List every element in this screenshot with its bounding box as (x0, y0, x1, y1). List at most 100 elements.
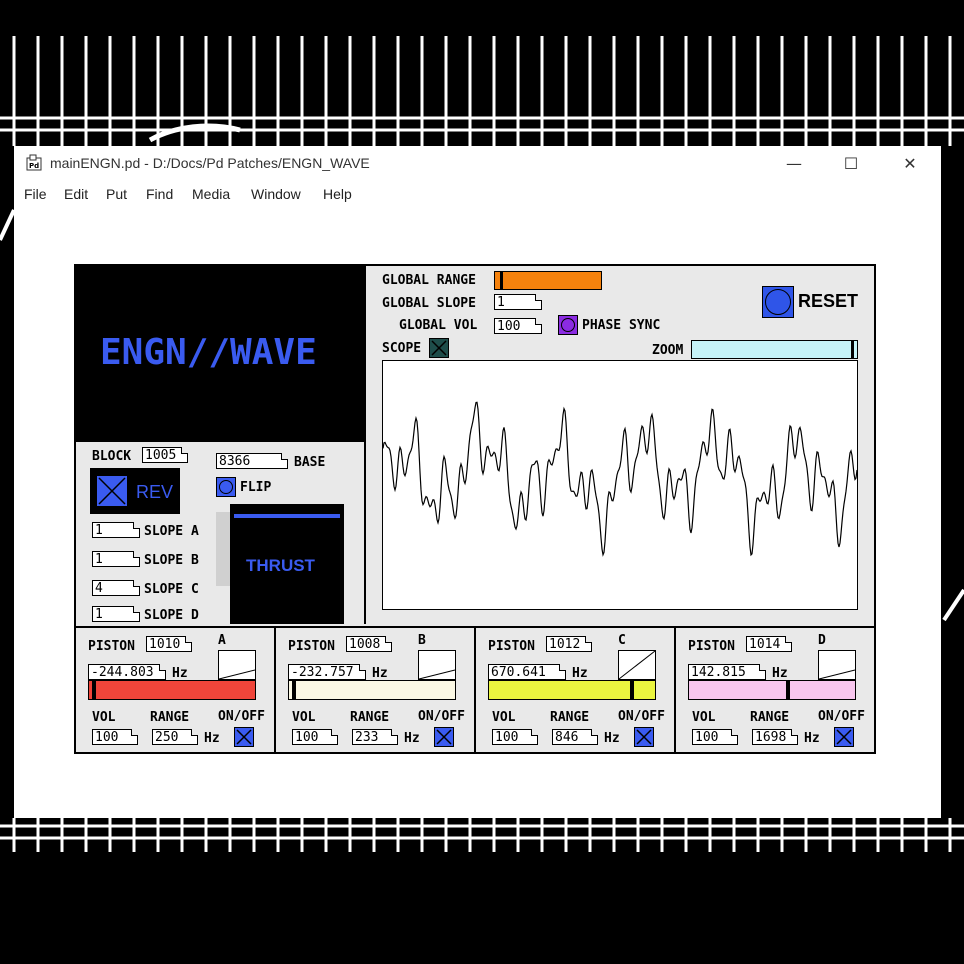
thrust-panel[interactable]: THRUST (230, 504, 344, 624)
piston-frequency-slider[interactable] (288, 680, 456, 700)
piston-range-field[interactable]: 250 (152, 729, 198, 745)
flip-toggle[interactable] (216, 477, 236, 497)
piston-range-unit: Hz (604, 731, 620, 746)
piston-onoff-toggle-icon[interactable] (234, 727, 254, 747)
piston-slope-graph-icon (218, 650, 256, 680)
scope-toggle-icon[interactable] (429, 338, 449, 358)
piston-onoff-label: ON/OFF (818, 709, 865, 724)
minimize-button[interactable]: — (774, 152, 814, 176)
menu-put[interactable]: Put (106, 186, 127, 202)
flip-label: FLIP (240, 480, 272, 495)
base-field[interactable]: 8366 (216, 453, 288, 469)
piston-onoff-label: ON/OFF (418, 709, 465, 724)
phase-sync-toggle[interactable] (558, 315, 578, 335)
piston-onoff-toggle-icon[interactable] (434, 727, 454, 747)
rev-label: REV (136, 482, 174, 502)
piston-onoff-toggle-icon[interactable] (634, 727, 654, 747)
piston-frequency-slider[interactable] (488, 680, 656, 700)
global-range-slider[interactable] (494, 271, 602, 290)
piston-hz-field[interactable]: -244.803 (88, 664, 166, 680)
global-slope-field[interactable]: 1 (494, 294, 542, 310)
slope-b-field[interactable]: 1 (92, 551, 140, 567)
phase-sync-indicator (561, 318, 575, 332)
piston-range-field[interactable]: 846 (552, 729, 598, 745)
piston-vol-field[interactable]: 100 (492, 729, 538, 745)
piston-slope-graph-icon (818, 650, 856, 680)
menu-window[interactable]: Window (251, 186, 301, 202)
piston-id-label: A (218, 633, 226, 648)
piston-vol-label: VOL (92, 710, 116, 725)
zoom-label: ZOOM (652, 343, 684, 358)
piston-range-field[interactable]: 233 (352, 729, 398, 745)
piston-hz-field[interactable]: 142.815 (688, 664, 766, 680)
slope-d-field[interactable]: 1 (92, 606, 140, 622)
menu-edit[interactable]: Edit (64, 186, 88, 202)
piston-frequency-slider[interactable] (688, 680, 856, 700)
piston-range-unit: Hz (204, 731, 220, 746)
piston-slider-knob (92, 681, 96, 699)
divider (364, 266, 366, 624)
reset-circle-icon (765, 289, 791, 315)
rev-toggle-icon[interactable] (96, 475, 128, 507)
piston-vol-field[interactable]: 100 (292, 729, 338, 745)
piston-slider-knob (786, 681, 790, 699)
piston-range-label: RANGE (750, 710, 790, 725)
piston-label: PISTON (688, 639, 735, 654)
menu-media[interactable]: Media (192, 186, 230, 202)
piston-hz-unit: Hz (572, 666, 588, 681)
piston-id-label: B (418, 633, 426, 648)
block-field[interactable]: 1005 (142, 447, 188, 463)
piston-hz-unit: Hz (372, 666, 388, 681)
window-title: mainENGN.pd - D:/Docs/Pd Patches/ENGN_WA… (50, 155, 370, 171)
slope-c-label: SLOPE C (144, 582, 199, 597)
piston-onoff-label: ON/OFF (618, 709, 665, 724)
phase-sync-label: PHASE SYNC (582, 318, 661, 333)
piston-onoff-toggle-icon[interactable] (834, 727, 854, 747)
piston-range-label: RANGE (350, 710, 390, 725)
piston-range-field[interactable]: 1698 (752, 729, 798, 745)
piston-number-field[interactable]: 1014 (746, 636, 792, 652)
menu-find[interactable]: Find (146, 186, 173, 202)
slope-a-field[interactable]: 1 (92, 522, 140, 538)
global-vol-field[interactable]: 100 (494, 318, 542, 334)
piston-frequency-slider[interactable] (88, 680, 256, 700)
piston-vol-field[interactable]: 100 (92, 729, 138, 745)
svg-text:Pd: Pd (29, 162, 39, 170)
piston-range-unit: Hz (804, 731, 820, 746)
piston-vol-label: VOL (492, 710, 516, 725)
zoom-fill (692, 341, 857, 358)
global-vol-label: GLOBAL VOL (399, 318, 478, 333)
thrust-label: THRUST (246, 556, 315, 575)
thrust-shadow (216, 512, 230, 586)
piston-hz-field[interactable]: -232.757 (288, 664, 366, 680)
slope-c-field[interactable]: 4 (92, 580, 140, 596)
global-slope-label: GLOBAL SLOPE (382, 296, 476, 311)
piston-range-unit: Hz (404, 731, 420, 746)
piston-onoff-label: ON/OFF (218, 709, 265, 724)
piston-number-field[interactable]: 1010 (146, 636, 192, 652)
piston-slider-fill (689, 681, 855, 699)
global-range-fill (495, 272, 601, 289)
menu-file[interactable]: File (24, 186, 47, 202)
zoom-knob (851, 341, 854, 358)
piston-vol-field[interactable]: 100 (692, 729, 738, 745)
maximize-button[interactable]: ☐ (831, 152, 871, 176)
piston-number-field[interactable]: 1008 (346, 636, 392, 652)
slope-b-label: SLOPE B (144, 553, 199, 568)
zoom-slider[interactable] (691, 340, 858, 359)
piston-d: PISTON 1014 D 142.815 Hz VOL RANGE ON/OF… (676, 628, 876, 752)
piston-number-field[interactable]: 1012 (546, 636, 592, 652)
piston-id-label: D (818, 633, 826, 648)
piston-id-label: C (618, 633, 626, 648)
global-range-knob (500, 272, 503, 289)
logo-panel: ENGN//WAVE (76, 266, 364, 442)
piston-label: PISTON (288, 639, 335, 654)
piston-a: PISTON 1010 A -244.803 Hz VOL RANGE ON/O… (76, 628, 276, 752)
reset-button[interactable] (762, 286, 794, 318)
menu-help[interactable]: Help (323, 186, 352, 202)
slope-a-label: SLOPE A (144, 524, 199, 539)
piston-hz-field[interactable]: 670.641 (488, 664, 566, 680)
close-button[interactable]: ✕ (890, 152, 930, 176)
piston-vol-label: VOL (692, 710, 716, 725)
piston-label: PISTON (88, 639, 135, 654)
